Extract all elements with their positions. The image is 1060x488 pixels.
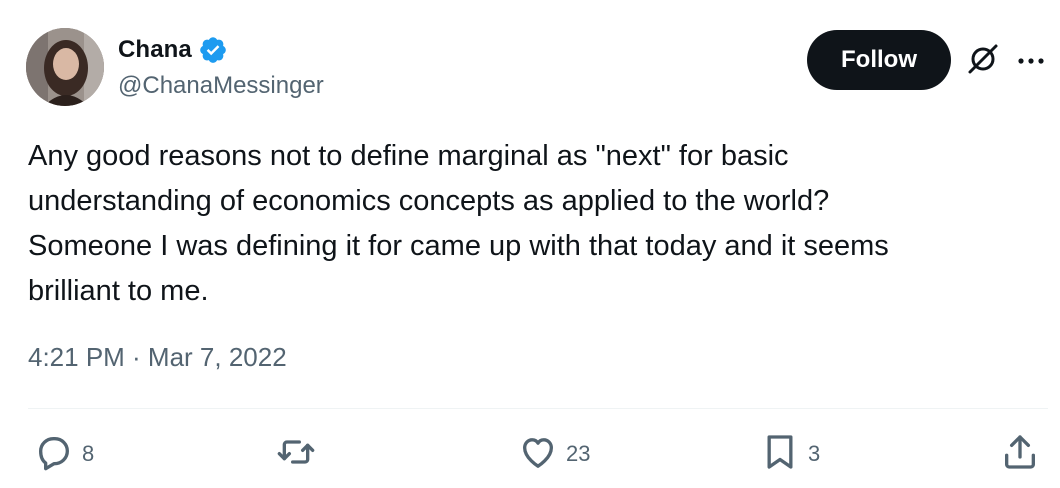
reply-icon xyxy=(34,432,74,477)
grok-icon[interactable] xyxy=(966,42,1000,76)
tweet-timestamp[interactable]: 4:21 PM · Mar 7, 2022 xyxy=(28,342,287,373)
retweet-button[interactable] xyxy=(276,432,324,476)
like-button[interactable]: 23 xyxy=(518,432,590,476)
reply-count: 8 xyxy=(82,441,95,466)
divider xyxy=(28,408,1048,409)
tweet-header: Chana @ChanaMessinger Follow xyxy=(26,28,1056,108)
avatar[interactable] xyxy=(26,28,104,106)
author-handle[interactable]: @ChanaMessinger xyxy=(118,72,324,100)
verified-badge-icon xyxy=(198,35,228,65)
bookmark-count: 3 xyxy=(808,441,821,466)
share-button[interactable] xyxy=(1000,432,1040,476)
like-count: 23 xyxy=(566,441,591,466)
author-name[interactable]: Chana xyxy=(118,36,192,64)
bookmark-icon xyxy=(760,432,800,477)
heart-icon xyxy=(518,432,558,477)
author-name-row: Chana xyxy=(118,34,228,66)
share-icon xyxy=(1000,432,1040,477)
bookmark-button[interactable]: 3 xyxy=(760,432,820,476)
tweet-text: Any good reasons not to define marginal … xyxy=(28,140,889,307)
retweet-icon xyxy=(276,432,316,477)
avatar-photo xyxy=(26,28,104,106)
follow-button[interactable]: Follow xyxy=(807,30,951,90)
reply-button[interactable]: 8 xyxy=(34,432,94,476)
more-options-icon[interactable] xyxy=(1016,46,1046,76)
